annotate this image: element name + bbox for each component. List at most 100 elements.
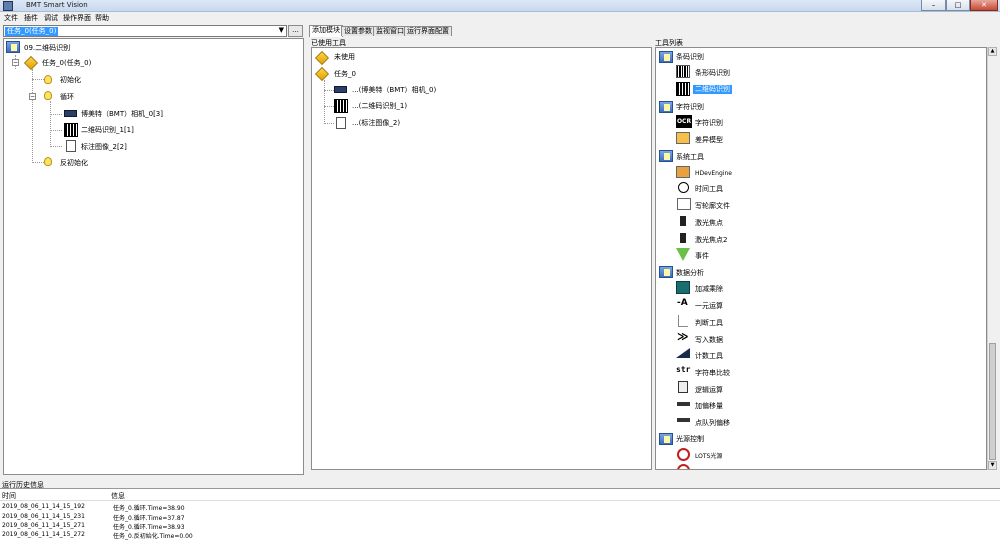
- tool-write[interactable]: 写轮廓文件: [695, 202, 730, 211]
- tool-queue[interactable]: 点队列偏移: [695, 419, 730, 428]
- menu-bar: 文件 插件 调试 操作界面 帮助: [0, 12, 1000, 23]
- camera-icon: [334, 86, 347, 93]
- menu-file[interactable]: 文件: [4, 13, 18, 23]
- tree-camera[interactable]: 博美特（BMT）相机_0[3]: [81, 110, 163, 119]
- tab-add-module[interactable]: 添加模块: [309, 25, 343, 37]
- tool-laser2[interactable]: 激光焦点2: [695, 236, 727, 245]
- tool-laser1[interactable]: 激光焦点: [695, 219, 723, 228]
- tree-qr[interactable]: 二维码识别_1[1]: [81, 126, 134, 135]
- tab-set-params[interactable]: 设置参数: [341, 26, 375, 36]
- tool-list-panel: 条码识别 条形码识别 二维码识别 字符识别 OCR 字符识别 差异模型 系统工具…: [655, 47, 987, 470]
- history-info: 任务_0.反初始化.Time=0.00: [113, 533, 193, 540]
- group-light[interactable]: 光源控制: [676, 435, 704, 444]
- app-icon: [3, 1, 13, 11]
- laser-icon: [680, 233, 686, 243]
- tree-root[interactable]: 09.二维码识别: [24, 44, 70, 53]
- group-data[interactable]: 数据分析: [676, 269, 704, 278]
- light-icon: [677, 448, 690, 461]
- tool-list-scrollbar[interactable]: ▲ ▼: [987, 47, 997, 470]
- str-icon: str: [676, 365, 691, 374]
- unary-icon: -A: [677, 298, 688, 308]
- group-folder-icon: [659, 101, 673, 113]
- project-folder-icon: [6, 41, 20, 53]
- more-button[interactable]: ...: [288, 25, 303, 37]
- tool-strcmp[interactable]: 字符串比较: [695, 369, 730, 378]
- tree-loop[interactable]: 循环: [60, 93, 74, 102]
- logic-icon: [678, 381, 688, 393]
- collapse-icon[interactable]: −: [12, 59, 19, 66]
- count-icon: [676, 348, 690, 358]
- used-camera[interactable]: ...(博美特（BMT）相机_0): [352, 86, 436, 95]
- tool-timer[interactable]: 时间工具: [695, 185, 723, 194]
- history-time: 2019_08_06_11_14_15_231: [2, 513, 85, 520]
- menu-operation-ui[interactable]: 操作界面: [63, 13, 91, 23]
- tree-mark[interactable]: 标注图像_2[2]: [81, 143, 127, 152]
- deinit-bulb-icon: [44, 157, 52, 166]
- unused-item[interactable]: 未使用: [334, 53, 355, 62]
- history-time: 2019_08_06_11_14_15_192: [2, 503, 85, 510]
- close-button[interactable]: ✕: [970, 0, 998, 11]
- tool-hdev[interactable]: HDevEngine: [695, 169, 732, 178]
- barcode-icon: [676, 65, 690, 78]
- light-icon: [677, 464, 690, 469]
- offset-icon: [677, 402, 690, 406]
- tool-event[interactable]: 事件: [695, 252, 709, 261]
- task-select-value: 任务_0(任务_0): [5, 27, 59, 36]
- write-file-icon: [677, 198, 691, 210]
- maximize-button[interactable]: □: [946, 0, 970, 11]
- tree-init[interactable]: 初始化: [60, 76, 81, 85]
- annotate-icon: [336, 117, 346, 129]
- task-select[interactable]: 任务_0(任务_0) ▼: [3, 25, 287, 37]
- diff-model-icon: [676, 132, 690, 144]
- history-info: 任务_0.循环.Time=38.90: [113, 505, 185, 512]
- camera-icon: [64, 110, 77, 117]
- group-folder-icon: [659, 51, 673, 63]
- tool-unary[interactable]: 一元运算: [695, 302, 723, 311]
- tool-barcode[interactable]: 条形码识别: [695, 69, 730, 78]
- used-mark[interactable]: ...(标注图像_2): [352, 119, 400, 128]
- tool-offset[interactable]: 加偏移量: [695, 402, 723, 411]
- tool-diff[interactable]: 差异模型: [695, 136, 723, 145]
- used-qr[interactable]: ...(二维码识别_1): [352, 102, 407, 111]
- laser-icon: [680, 216, 686, 226]
- group-folder-icon: [659, 150, 673, 162]
- arith-icon: [676, 281, 690, 294]
- tool-lots[interactable]: LOTS光源: [695, 452, 722, 461]
- chevron-down-icon[interactable]: ▼: [279, 26, 284, 34]
- minimize-button[interactable]: –: [921, 0, 946, 11]
- tool-qrcode[interactable]: 二维码识别: [693, 85, 732, 94]
- history-info: 任务_0.循环.Time=38.93: [113, 524, 185, 531]
- group-system[interactable]: 系统工具: [676, 153, 704, 162]
- history-panel: 时间 信息 2019_08_06_11_14_15_192 任务_0.循环.Ti…: [0, 488, 1000, 543]
- qr-code-icon: [334, 99, 348, 113]
- tool-count[interactable]: 计数工具: [695, 352, 723, 361]
- collapse-icon[interactable]: −: [29, 93, 36, 100]
- tool-judge[interactable]: 判断工具: [695, 319, 723, 328]
- menu-help[interactable]: 帮助: [95, 13, 109, 23]
- window-title: BMT Smart Vision: [26, 1, 88, 9]
- scroll-down-icon[interactable]: ▼: [988, 461, 997, 470]
- tool-logic[interactable]: 逻辑运算: [695, 386, 723, 395]
- menu-debug[interactable]: 调试: [44, 13, 58, 23]
- tab-run-ui-config[interactable]: 运行界面配置: [404, 26, 452, 36]
- hdevengine-icon: [676, 166, 690, 178]
- scroll-up-icon[interactable]: ▲: [988, 47, 997, 56]
- used-tools-panel: 未使用 任务_0 ...(博美特（BMT）相机_0) ...(二维码识别_1) …: [311, 47, 652, 470]
- tree-deinit[interactable]: 反初始化: [60, 159, 88, 168]
- used-task[interactable]: 任务_0: [334, 70, 356, 79]
- title-bar: BMT Smart Vision – □ ✕: [0, 0, 1000, 12]
- tool-writedata[interactable]: 写入数据: [695, 336, 723, 345]
- tab-monitor[interactable]: 监视窗口: [373, 26, 407, 36]
- tool-ocr[interactable]: 字符识别: [695, 119, 723, 128]
- group-char[interactable]: 字符识别: [676, 103, 704, 112]
- tree-task[interactable]: 任务_0(任务_0): [42, 59, 91, 68]
- group-folder-icon: [659, 433, 673, 445]
- menu-plugin[interactable]: 插件: [24, 13, 38, 23]
- history-time: 2019_08_06_11_14_15_271: [2, 522, 85, 529]
- group-barcode[interactable]: 条码识别: [676, 53, 704, 62]
- unused-icon: [314, 50, 330, 66]
- scroll-thumb[interactable]: [989, 343, 996, 460]
- event-icon: [676, 248, 690, 261]
- tool-arith[interactable]: 加减乘除: [695, 285, 723, 294]
- qr-code-icon: [676, 82, 690, 96]
